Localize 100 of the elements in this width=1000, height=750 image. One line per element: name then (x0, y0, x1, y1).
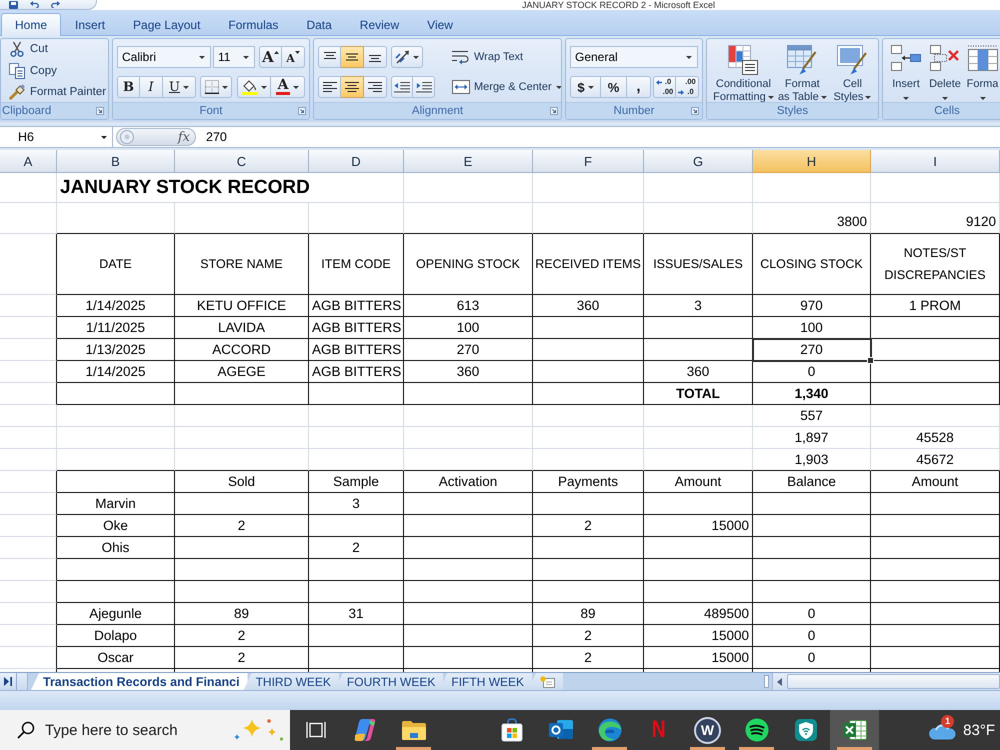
search-box[interactable]: Type here to search (0, 710, 290, 750)
format-painter-button[interactable]: Format Painter (7, 82, 108, 102)
redo-icon[interactable] (51, 1, 60, 8)
cut-button[interactable]: Cut (7, 39, 108, 59)
sheet-tab[interactable]: THIRD WEEK (244, 673, 339, 690)
scroll-thumb[interactable] (787, 674, 1000, 689)
caret-icon (260, 86, 266, 88)
fill-color-button[interactable] (237, 76, 271, 98)
comma-style-button[interactable]: , (627, 76, 651, 98)
paintbrush-icon (9, 84, 25, 100)
font-size-dropdown[interactable]: 11 (213, 46, 255, 68)
fill-handle[interactable] (867, 357, 874, 364)
ribbon-tab[interactable]: Insert (61, 13, 120, 36)
grow-font-button[interactable]: A (259, 46, 282, 68)
last-sheet-button[interactable] (0, 673, 17, 690)
caret-icon (222, 86, 228, 88)
align-right-button[interactable] (364, 76, 387, 98)
align-top-button[interactable] (318, 46, 341, 68)
table-cell: 1/14/2025 (57, 295, 175, 317)
borders-button[interactable] (200, 76, 232, 98)
align-center-button[interactable] (341, 76, 364, 98)
ribbon-tab[interactable]: Page Layout (119, 13, 214, 36)
cell-styles-button[interactable]: Cell Styles (828, 42, 876, 102)
launcher-icon[interactable] (298, 107, 306, 115)
merge-center-button[interactable]: Merge & Center (450, 76, 561, 98)
sheet-tab[interactable]: Transaction Records and Financi (31, 673, 248, 690)
search-field[interactable]: Type here to search (45, 722, 222, 738)
wrap-text-button[interactable]: Wrap Text (450, 46, 561, 68)
folder-icon (400, 719, 426, 741)
table-cell: TOTAL (644, 383, 753, 405)
multicolor-logo-icon (352, 718, 376, 742)
selected-cell[interactable]: 270 (753, 339, 871, 361)
currency-button[interactable]: $ (570, 76, 601, 98)
ribbon-tab[interactable]: Formulas (214, 13, 292, 36)
save-icon[interactable] (9, 0, 18, 8)
italic-button[interactable]: I (140, 76, 163, 98)
formula-input[interactable]: 270 (199, 127, 1000, 147)
align-bottom-button[interactable] (364, 46, 387, 68)
ribbon-tab[interactable]: View (413, 13, 467, 36)
align-left-button[interactable] (318, 76, 341, 98)
launcher-icon[interactable] (550, 107, 558, 115)
waves-logo-icon (744, 718, 768, 742)
caret-icon (556, 86, 561, 88)
column-header[interactable]: G (644, 150, 753, 173)
arrow-left-icon (656, 80, 662, 84)
decrease-indent-button[interactable] (391, 76, 413, 98)
column-header[interactable]: E (404, 150, 533, 173)
launcher-icon[interactable] (691, 107, 699, 115)
taskbar-button[interactable]: W (683, 710, 732, 750)
table-cell: 0 (753, 647, 871, 669)
table-cell: Marvin (57, 493, 175, 515)
ribbon-tab[interactable]: Review (346, 13, 414, 36)
format-cells-button[interactable]: Forma (965, 42, 1000, 102)
number-format-dropdown[interactable]: General (570, 46, 698, 68)
column-header[interactable]: H (753, 150, 871, 173)
conditional-formatting-button[interactable]: Conditional Formatting (711, 42, 776, 102)
insert-function-button[interactable]: fx (176, 130, 192, 144)
taskbar-button[interactable] (830, 710, 879, 750)
group-label: Cells (934, 105, 960, 117)
table-cell: 1,903 (753, 449, 871, 471)
ribbon-tab[interactable]: Home (1, 13, 62, 36)
shrink-font-button[interactable]: A (282, 46, 305, 68)
table-cell: 360 (533, 295, 644, 317)
border-icon (204, 80, 218, 94)
column-header[interactable]: A (0, 150, 57, 173)
ribbon-tab[interactable]: Data (292, 13, 346, 36)
launcher-icon[interactable] (96, 107, 104, 115)
column-header[interactable]: I (871, 150, 1000, 173)
copy-button[interactable]: Copy (7, 60, 108, 80)
percent-button[interactable]: % (601, 76, 627, 98)
caret-icon (820, 96, 827, 99)
delete-cells-icon (930, 45, 960, 71)
header-cell: RECEIVED ITEMS (533, 234, 644, 295)
table-cell: 100 (753, 317, 871, 339)
scroll-left-icon[interactable] (777, 678, 782, 686)
orientation-button[interactable] (391, 46, 423, 68)
swirl-icon (598, 718, 622, 742)
column-header[interactable]: D (309, 150, 404, 173)
underline-button[interactable]: U (163, 76, 196, 98)
horizontal-scrollbar[interactable] (772, 673, 1000, 690)
header-cell: OPENING STOCK (404, 234, 533, 295)
table-cell: 0 (753, 625, 871, 647)
font-name-dropdown[interactable]: Calibri (117, 46, 211, 68)
table-cell: 2 (175, 647, 309, 669)
caret-icon (101, 136, 107, 138)
bold-button[interactable]: B (117, 76, 140, 98)
split-handle[interactable] (764, 675, 769, 688)
column-header[interactable]: B (57, 150, 175, 173)
font-color-button[interactable]: A (271, 76, 305, 98)
table-cell: Oke (57, 515, 175, 537)
name-box[interactable]: H6 (0, 127, 113, 147)
increase-indent-button[interactable] (413, 76, 435, 98)
table-cell: 2 (533, 515, 644, 537)
undo-icon[interactable] (30, 1, 39, 8)
table-cell: AGB BITTERS (309, 361, 404, 383)
column-header[interactable]: C (175, 150, 309, 173)
column-header[interactable]: F (533, 150, 644, 173)
table-cell: 2 (533, 625, 644, 647)
format-as-table-button[interactable]: Format as Table (778, 42, 827, 102)
align-middle-button[interactable] (341, 46, 364, 68)
